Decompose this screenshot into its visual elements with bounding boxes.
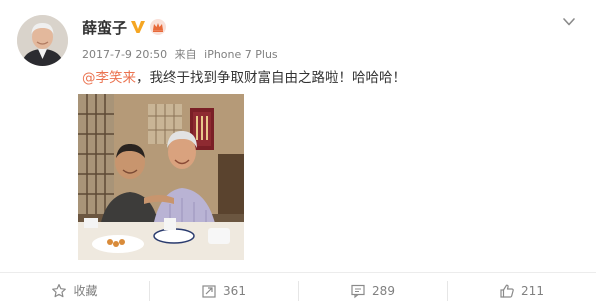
repost-button[interactable]: 361 <box>149 280 298 301</box>
mention-link[interactable]: @李笑来 <box>82 70 136 86</box>
post-photo[interactable] <box>78 94 244 260</box>
star-icon <box>52 283 67 297</box>
chevron-down-icon[interactable] <box>561 14 577 30</box>
thumbs-up-icon <box>500 284 514 298</box>
action-bar: 收藏 361 289 211 <box>0 272 596 308</box>
source-prefix: 来自 <box>174 48 197 61</box>
verified-v-icon <box>131 21 145 33</box>
member-crown-icon[interactable] <box>149 18 167 36</box>
avatar[interactable] <box>17 15 68 66</box>
like-count: 211 <box>521 283 544 298</box>
post-body: ，我终于找到争取财富自由之路啦！哈哈哈！ <box>136 70 406 86</box>
post-meta: 2017-7-9 20:50 来自 iPhone 7 Plus <box>82 46 278 62</box>
comment-button[interactable]: 289 <box>298 280 447 301</box>
like-button[interactable]: 211 <box>447 280 596 301</box>
username[interactable]: 薛蛮子 <box>82 17 127 38</box>
post-text: @李笑来，我终于找到争取财富自由之路啦！哈哈哈！ <box>82 66 406 86</box>
post-source[interactable]: iPhone 7 Plus <box>204 48 278 61</box>
post-timestamp[interactable]: 2017-7-9 20:50 <box>82 48 167 61</box>
comment-icon <box>351 284 365 298</box>
favorite-label: 收藏 <box>73 284 98 298</box>
favorite-button[interactable]: 收藏 <box>0 281 149 301</box>
repost-count: 361 <box>223 283 246 298</box>
repost-icon <box>202 284 216 298</box>
comment-count: 289 <box>372 283 395 298</box>
